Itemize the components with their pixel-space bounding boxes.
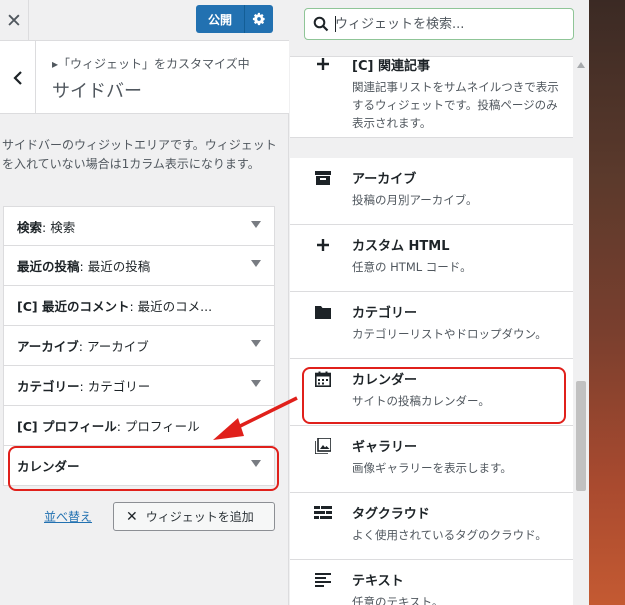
widget-title: テキスト: [352, 574, 404, 589]
section-description: サイドバーのウィジットエリアです。ウィジェットを入れていない場合は1カラム表示に…: [2, 138, 277, 171]
available-widget-list: [C] 関連記事 関連記事リストをサムネイルつきで表示するウィジェットです。投稿…: [290, 56, 573, 605]
widget-description: 投稿の月別アーカイブ。: [352, 193, 478, 207]
publish-settings-button[interactable]: [244, 5, 273, 33]
widget-name: 検索: [17, 219, 43, 235]
gallery-icon: [314, 437, 332, 455]
customizer-sidebar: ✕ 公開 ▸「ウィジェット」をカスタマイズ中 サイドバー サイドバーのウィジット…: [0, 0, 289, 605]
widget-search-box[interactable]: [304, 8, 574, 40]
chevron-left-icon: [12, 70, 22, 85]
widget-description: 任意のテキスト。: [352, 595, 444, 605]
available-widget-related-posts[interactable]: [C] 関連記事 関連記事リストをサムネイルつきで表示するウィジェットです。投稿…: [290, 57, 573, 138]
widget-name: アーカイブ: [17, 339, 79, 354]
widget-title: アーカイブ: [352, 172, 417, 187]
expand-arrow-icon[interactable]: [251, 221, 261, 228]
highlight-box-calendar-available: [302, 367, 566, 424]
highlight-box-calendar-widget: [8, 446, 279, 491]
widget-title: : プロフィール: [116, 419, 200, 434]
section-title: サイドバー: [52, 81, 142, 102]
archive-icon: [314, 169, 332, 187]
breadcrumb: ▸「ウィジェット」をカスタマイズ中: [52, 57, 250, 71]
close-icon: ✕: [126, 508, 138, 525]
widget-title: : アーカイブ: [78, 339, 149, 354]
widget-title: [C] 関連記事: [352, 59, 430, 74]
add-widget-button[interactable]: ✕ ウィジェットを追加: [113, 502, 275, 531]
widget-title: : 検索: [42, 219, 76, 235]
available-widget-custom-html[interactable]: カスタム HTML 任意の HTML コード。: [290, 225, 573, 292]
gear-icon: [252, 12, 265, 26]
available-widget-categories[interactable]: カテゴリー カテゴリーリストやドロップダウン。: [290, 292, 573, 359]
widget-title: カスタム HTML: [352, 239, 450, 254]
plus-icon: [314, 57, 332, 73]
widget-description: カテゴリーリストやドロップダウン。: [352, 327, 547, 341]
widget-description: 画像ギャラリーを表示します。: [352, 461, 512, 475]
widget-categories[interactable]: カテゴリー: カテゴリー: [3, 366, 275, 406]
widget-name: 最近の投稿: [17, 259, 80, 274]
publish-button[interactable]: 公開: [196, 5, 244, 33]
section-header: ▸「ウィジェット」をカスタマイズ中 サイドバー: [0, 41, 289, 114]
available-widgets-panel: [C] 関連記事 関連記事リストをサムネイルつきで表示するウィジェットです。投稿…: [290, 0, 589, 605]
widget-title: タグクラウド: [352, 507, 430, 522]
widget-description: 関連記事リストをサムネイルつきで表示するウィジェットです。投稿ページのみ表示され…: [352, 80, 559, 130]
customizer-topbar: ✕ 公開: [0, 0, 289, 41]
close-icon: ✕: [6, 9, 22, 32]
expand-arrow-icon[interactable]: [251, 340, 261, 347]
available-widget-text[interactable]: テキスト 任意のテキスト。: [290, 560, 573, 605]
available-widget-gallery[interactable]: ギャラリー 画像ギャラリーを表示します。: [290, 426, 573, 493]
folder-icon: [314, 303, 332, 321]
expand-arrow-icon[interactable]: [251, 380, 261, 387]
widget-recent-comments[interactable]: [C] 最近のコメント: 最近のコメ...: [3, 286, 275, 326]
widget-description: 任意の HTML コード。: [352, 260, 472, 274]
scrollbar[interactable]: [573, 56, 589, 605]
scrollbar-thumb[interactable]: [576, 381, 586, 491]
widget-title: : 最近のコメ...: [129, 299, 213, 314]
site-preview-strip: [589, 0, 625, 605]
widget-name: [C] 最近のコメント: [17, 299, 130, 314]
available-widget-archives[interactable]: アーカイブ 投稿の月別アーカイブ。: [290, 158, 573, 225]
sidebar-widget-list: 検索: 検索 最近の投稿: 最近の投稿 [C] 最近のコメント: 最近のコメ..…: [3, 206, 275, 486]
scroll-up-arrow-icon[interactable]: [577, 62, 585, 68]
widget-recent-posts[interactable]: 最近の投稿: 最近の投稿: [3, 246, 275, 286]
search-icon: [313, 16, 329, 32]
widget-title: : カテゴリー: [79, 379, 151, 394]
widget-name: カテゴリー: [17, 379, 80, 394]
widget-title: ギャラリー: [352, 440, 418, 455]
add-widget-label: ウィジェットを追加: [145, 510, 254, 524]
reorder-link[interactable]: 並べ替え: [44, 508, 92, 525]
plus-icon: [314, 236, 332, 254]
tag-cloud-icon: [314, 504, 332, 522]
close-customizer-button[interactable]: ✕: [0, 0, 29, 41]
back-button[interactable]: [0, 41, 36, 114]
expand-arrow-icon[interactable]: [251, 260, 261, 267]
widget-profile[interactable]: [C] プロフィール: プロフィール: [3, 406, 275, 446]
widget-description: よく使用されているタグのクラウド。: [352, 528, 547, 542]
widget-title: : 最近の投稿: [79, 259, 151, 274]
widget-title: カテゴリー: [352, 306, 418, 321]
widget-name: [C] プロフィール: [17, 419, 117, 434]
text-icon: [314, 571, 332, 589]
text-cursor: [335, 16, 336, 32]
widget-search[interactable]: 検索: 検索: [3, 206, 275, 246]
widget-archives[interactable]: アーカイブ: アーカイブ: [3, 326, 275, 366]
search-input[interactable]: [335, 13, 567, 35]
available-widget-tag-cloud[interactable]: タグクラウド よく使用されているタグのクラウド。: [290, 493, 573, 560]
